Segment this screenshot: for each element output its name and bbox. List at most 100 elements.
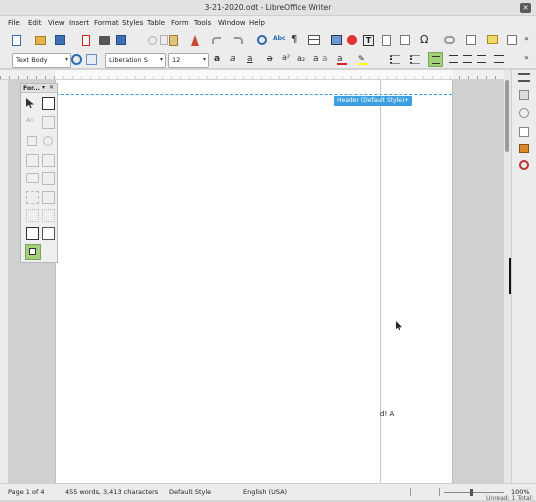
font-size-select[interactable]: 12 ▾ <box>168 53 209 68</box>
print-preview-icon[interactable] <box>116 35 126 45</box>
font-name-select[interactable]: Liberation S ▾ <box>105 53 166 68</box>
strikethrough-icon[interactable]: a <box>267 54 277 65</box>
more-controls-button[interactable] <box>25 244 41 260</box>
text-box-icon[interactable] <box>42 116 55 129</box>
menu-insert[interactable]: Insert <box>69 19 89 27</box>
footnote-icon[interactable] <box>466 35 476 45</box>
push-button-icon[interactable] <box>26 173 39 183</box>
superscript-icon[interactable]: a² <box>282 53 292 64</box>
form-properties-icon[interactable] <box>42 227 55 240</box>
page-style-indicator[interactable]: Default Style <box>169 488 211 496</box>
paste-icon[interactable] <box>169 35 178 46</box>
zoom-slider-thumb[interactable] <box>470 489 473 496</box>
track-changes-icon[interactable] <box>507 35 517 45</box>
manage-changes-icon[interactable] <box>519 144 529 153</box>
save-icon[interactable] <box>55 35 65 45</box>
image-button-icon[interactable] <box>42 172 55 185</box>
insert-chart-icon[interactable] <box>347 35 357 45</box>
insert-field-icon[interactable] <box>400 35 410 45</box>
numbered-list-icon[interactable] <box>410 55 420 64</box>
find-replace-icon[interactable] <box>257 35 267 45</box>
new-document-icon[interactable] <box>12 35 21 46</box>
option-button-icon[interactable] <box>43 136 53 146</box>
comment-icon[interactable] <box>487 35 498 44</box>
insert-page-break-icon[interactable] <box>382 35 391 46</box>
menu-table[interactable]: Table <box>147 19 165 27</box>
expand-toolbar-icon[interactable]: » <box>524 34 532 44</box>
formatting-marks-icon[interactable]: ¶ <box>291 34 299 45</box>
document-page[interactable]: Header (Default Style) + d! A <box>55 80 453 483</box>
properties-icon[interactable] <box>519 90 529 100</box>
menu-format[interactable]: Format <box>94 19 119 27</box>
expand-toolbar-icon[interactable]: » <box>524 53 532 63</box>
insert-table-icon[interactable] <box>308 35 320 45</box>
design-mode-icon[interactable] <box>42 97 55 110</box>
checkbox-icon[interactable] <box>27 136 37 146</box>
zoom-slider[interactable] <box>444 489 504 496</box>
close-icon[interactable]: ✕ <box>49 84 54 91</box>
sidebar-menu-icon[interactable] <box>518 73 530 82</box>
insert-textbox-icon[interactable]: T <box>363 35 374 46</box>
menu-styles[interactable]: Styles <box>122 19 143 27</box>
vertical-ruler[interactable] <box>0 80 9 483</box>
subscript-icon[interactable]: a₂ <box>297 54 307 65</box>
align-center-icon[interactable] <box>449 55 458 63</box>
menu-file[interactable]: File <box>8 19 20 27</box>
chevron-down-icon[interactable]: ▾ <box>42 84 45 91</box>
font-color-icon[interactable]: a <box>337 54 347 65</box>
page-indicator[interactable]: Page 1 of 4 <box>8 488 44 496</box>
align-left-button[interactable] <box>428 52 443 67</box>
view-layout-icons[interactable] <box>410 488 440 496</box>
header-tag-button[interactable]: Header (Default Style) + <box>334 96 412 106</box>
redo-icon[interactable] <box>234 37 243 44</box>
close-window-button[interactable]: ✕ <box>520 3 531 13</box>
print-icon[interactable] <box>99 36 110 45</box>
paragraph-style-select[interactable]: Text Body ▾ <box>12 53 71 68</box>
copy-icon[interactable] <box>160 35 168 45</box>
new-style-icon[interactable] <box>86 54 97 65</box>
update-style-icon[interactable] <box>71 54 82 65</box>
group-box-icon[interactable] <box>42 191 55 204</box>
word-count[interactable]: 455 words, 3,413 characters <box>65 488 158 496</box>
label-field-icon[interactable]: An <box>26 117 37 128</box>
open-folder-icon[interactable] <box>35 36 46 45</box>
justify-icon[interactable] <box>477 55 486 63</box>
scrollbar-thumb[interactable] <box>505 80 509 152</box>
select-icon[interactable] <box>26 98 34 108</box>
menu-edit[interactable]: Edit <box>28 19 42 27</box>
clone-formatting-icon[interactable] <box>191 35 199 46</box>
gallery-icon[interactable] <box>519 127 529 137</box>
export-pdf-icon[interactable] <box>82 35 90 46</box>
cut-icon[interactable] <box>148 36 157 45</box>
vertical-scrollbar[interactable] <box>504 70 511 483</box>
hyperlink-icon[interactable] <box>444 36 455 44</box>
clear-formatting-icon[interactable]: a <box>322 54 332 65</box>
undo-icon[interactable] <box>212 37 221 44</box>
menu-tools[interactable]: Tools <box>194 19 211 27</box>
highlight-color-icon[interactable]: ✎ <box>358 54 368 65</box>
styles-icon[interactable] <box>519 108 529 118</box>
control-properties-icon[interactable] <box>26 227 39 240</box>
combo-box-icon[interactable] <box>42 154 55 167</box>
italic-icon[interactable]: a <box>230 54 240 65</box>
menu-window[interactable]: Window <box>218 19 246 27</box>
align-right-icon[interactable] <box>463 55 472 63</box>
list-box-icon[interactable] <box>26 154 39 167</box>
design-icon[interactable] <box>519 160 529 170</box>
bullet-list-icon[interactable] <box>390 55 400 64</box>
insert-image-icon[interactable] <box>331 35 342 45</box>
line-spacing-icon[interactable] <box>494 55 504 63</box>
formatted-field-icon[interactable] <box>26 191 39 204</box>
underline-icon[interactable]: a <box>247 54 257 65</box>
bold-icon[interactable]: a <box>214 54 224 65</box>
language-indicator[interactable]: English (USA) <box>243 488 287 496</box>
spelling-icon[interactable]: Abc <box>273 35 286 45</box>
special-character-icon[interactable]: Ω <box>420 33 430 46</box>
menu-view[interactable]: View <box>48 19 65 27</box>
palette-titlebar[interactable]: For... ▾ ✕ <box>21 84 57 93</box>
horizontal-ruler[interactable] <box>0 70 504 80</box>
scrollbar-control-icon[interactable] <box>42 209 55 222</box>
menu-form[interactable]: Form <box>171 19 189 27</box>
menu-help[interactable]: Help <box>249 19 265 27</box>
table-control-icon[interactable] <box>26 209 39 222</box>
